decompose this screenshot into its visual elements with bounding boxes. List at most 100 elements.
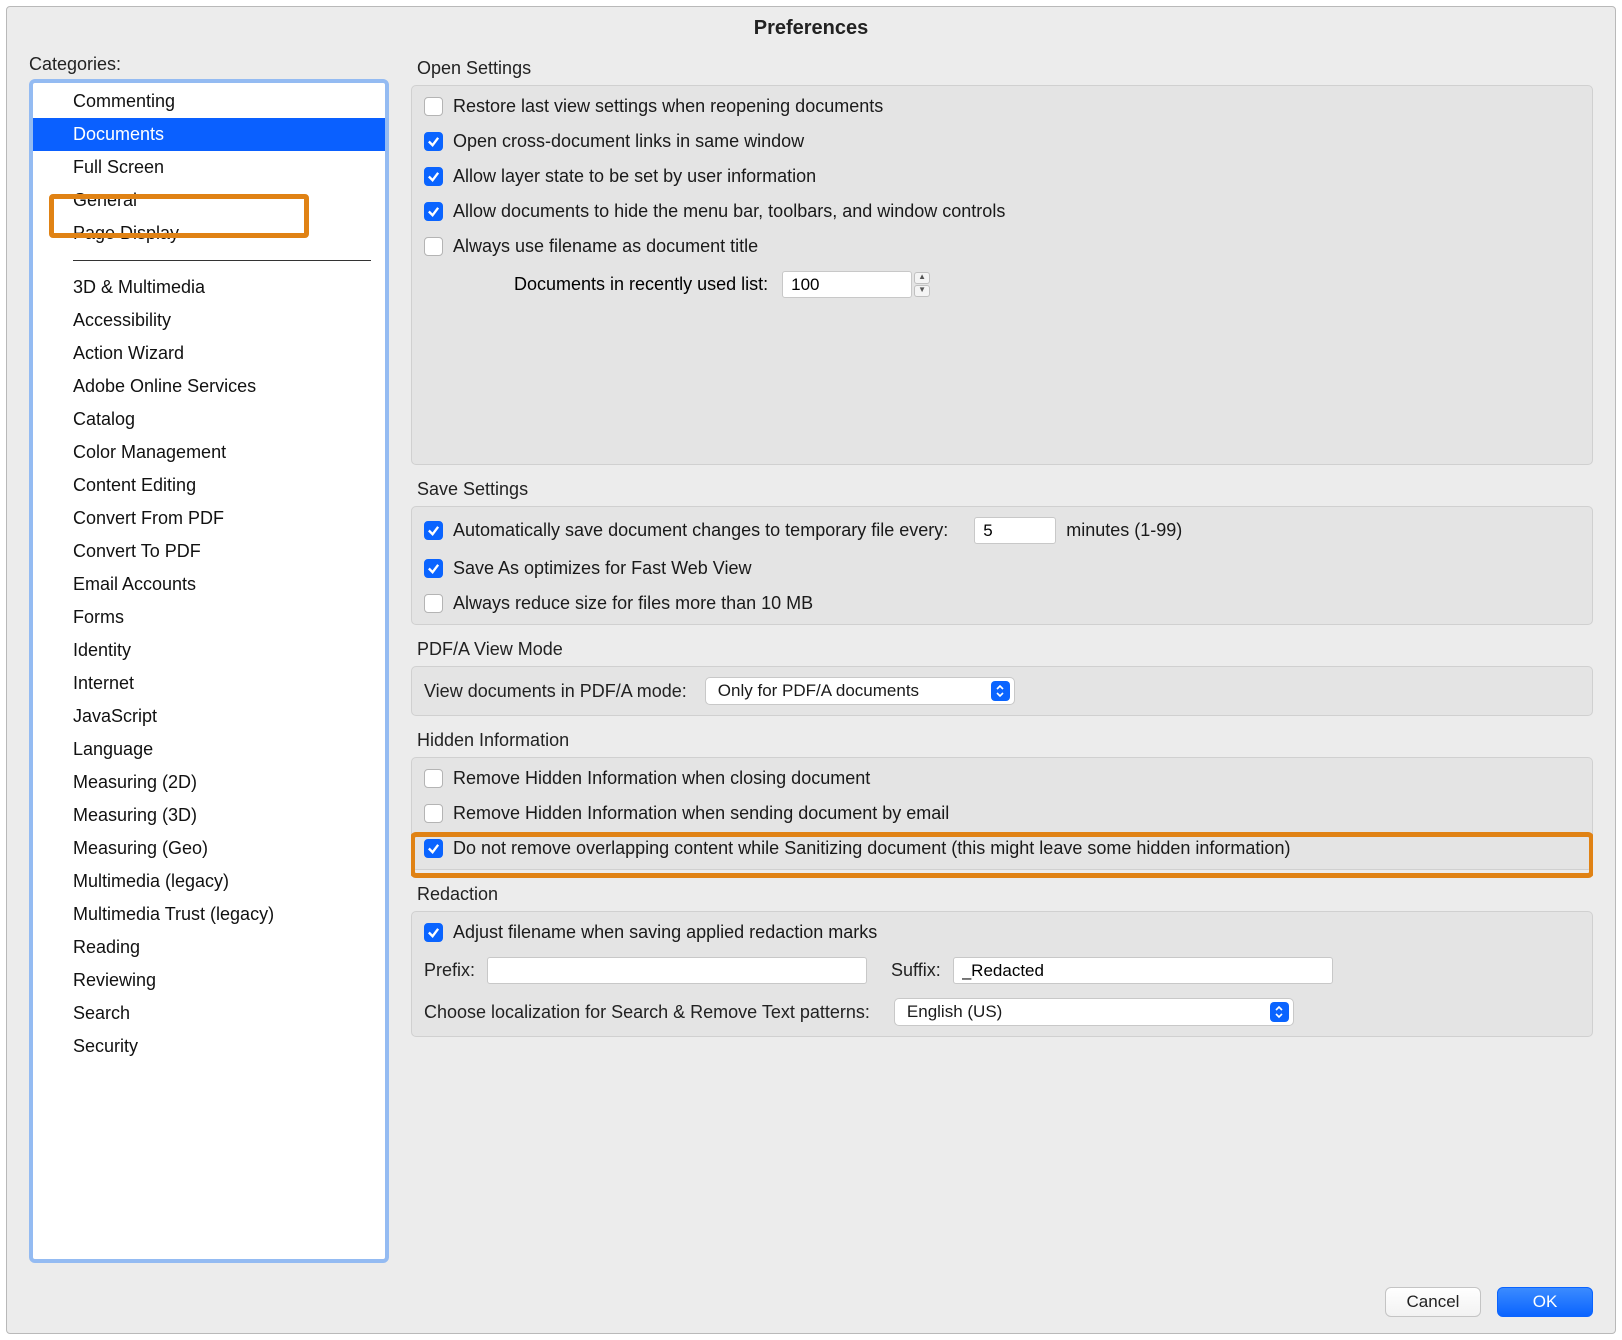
stepper-up-icon[interactable]: ▲ xyxy=(914,272,930,284)
footer: Cancel OK xyxy=(7,1275,1615,1333)
checkbox-remove-email[interactable] xyxy=(424,804,443,823)
checkbox-fastweb[interactable] xyxy=(424,559,443,578)
label-no-overlap: Do not remove overlapping content while … xyxy=(453,838,1290,859)
category-item[interactable]: Forms xyxy=(33,601,385,634)
category-item[interactable]: Adobe Online Services xyxy=(33,370,385,403)
row-adjust-filename[interactable]: Adjust filename when saving applied reda… xyxy=(424,922,1580,943)
group-open-settings: Open Settings Restore last view settings… xyxy=(411,54,1593,465)
category-item[interactable]: Color Management xyxy=(33,436,385,469)
checkbox-cross-links[interactable] xyxy=(424,132,443,151)
row-pdfa-mode: View documents in PDF/A mode: Only for P… xyxy=(424,677,1580,705)
row-hide-menu[interactable]: Allow documents to hide the menu bar, to… xyxy=(424,201,1580,222)
label-filename-title: Always use filename as document title xyxy=(453,236,758,257)
category-item[interactable]: Multimedia (legacy) xyxy=(33,865,385,898)
checkbox-adjust-filename[interactable] xyxy=(424,923,443,942)
row-autosave[interactable]: Automatically save document changes to t… xyxy=(424,517,1580,544)
cancel-button[interactable]: Cancel xyxy=(1385,1287,1481,1317)
row-recent-docs: Documents in recently used list: ▲ ▼ xyxy=(514,271,1580,298)
row-prefix-suffix: Prefix: Suffix: xyxy=(424,957,1580,984)
label-restore: Restore last view settings when reopenin… xyxy=(453,96,883,117)
categories-label: Categories: xyxy=(29,54,389,75)
prefix-input[interactable] xyxy=(487,957,867,984)
label-layer-state: Allow layer state to be set by user info… xyxy=(453,166,816,187)
category-item[interactable]: Measuring (2D) xyxy=(33,766,385,799)
label-suffix: Suffix: xyxy=(891,960,941,981)
row-cross-links[interactable]: Open cross-document links in same window xyxy=(424,131,1580,152)
group-title-hidden: Hidden Information xyxy=(411,726,1593,757)
category-item[interactable]: Email Accounts xyxy=(33,568,385,601)
group-title-pdfa: PDF/A View Mode xyxy=(411,635,1593,666)
checkbox-filename-title[interactable] xyxy=(424,237,443,256)
ok-button[interactable]: OK xyxy=(1497,1287,1593,1317)
row-remove-close[interactable]: Remove Hidden Information when closing d… xyxy=(424,768,1580,789)
group-title-redaction: Redaction xyxy=(411,880,1593,911)
recent-docs-input[interactable] xyxy=(782,271,912,298)
row-layer-state[interactable]: Allow layer state to be set by user info… xyxy=(424,166,1580,187)
category-item[interactable]: 3D & Multimedia xyxy=(33,271,385,304)
category-item[interactable]: Action Wizard xyxy=(33,337,385,370)
label-recent-docs: Documents in recently used list: xyxy=(514,274,768,295)
content-area: Categories: CommentingDocumentsFull Scre… xyxy=(7,54,1615,1275)
category-item[interactable]: Convert From PDF xyxy=(33,502,385,535)
category-item[interactable]: Identity xyxy=(33,634,385,667)
checkbox-hide-menu[interactable] xyxy=(424,202,443,221)
select-pdfa-mode[interactable]: Only for PDF/A documents xyxy=(705,677,1015,705)
checkbox-restore[interactable] xyxy=(424,97,443,116)
group-redaction: Redaction Adjust filename when saving ap… xyxy=(411,880,1593,1037)
label-remove-email: Remove Hidden Information when sending d… xyxy=(453,803,949,824)
label-fastweb: Save As optimizes for Fast Web View xyxy=(453,558,751,579)
label-autosave-unit: minutes (1-99) xyxy=(1066,520,1182,541)
category-item[interactable]: Measuring (Geo) xyxy=(33,832,385,865)
label-hide-menu: Allow documents to hide the menu bar, to… xyxy=(453,201,1005,222)
suffix-input[interactable] xyxy=(953,957,1333,984)
group-title-open: Open Settings xyxy=(411,54,1593,85)
category-item[interactable]: Multimedia Trust (legacy) xyxy=(33,898,385,931)
category-item[interactable]: JavaScript xyxy=(33,700,385,733)
row-reduce[interactable]: Always reduce size for files more than 1… xyxy=(424,593,1580,614)
checkbox-reduce[interactable] xyxy=(424,594,443,613)
checkbox-remove-close[interactable] xyxy=(424,769,443,788)
category-item[interactable]: Documents xyxy=(33,118,385,151)
category-item[interactable]: General xyxy=(33,184,385,217)
category-item[interactable]: Page Display xyxy=(33,217,385,250)
label-localization: Choose localization for Search & Remove … xyxy=(424,1002,870,1023)
label-pdfa: View documents in PDF/A mode: xyxy=(424,681,687,702)
category-item[interactable]: Security xyxy=(33,1030,385,1063)
row-localization: Choose localization for Search & Remove … xyxy=(424,998,1580,1026)
sidebar: Categories: CommentingDocumentsFull Scre… xyxy=(29,54,389,1263)
window-title: Preferences xyxy=(7,7,1615,54)
stepper-down-icon[interactable]: ▼ xyxy=(914,285,930,297)
category-item[interactable]: Accessibility xyxy=(33,304,385,337)
row-no-overlap[interactable]: Do not remove overlapping content while … xyxy=(424,838,1580,859)
category-item[interactable]: Full Screen xyxy=(33,151,385,184)
autosave-minutes-input[interactable] xyxy=(974,517,1056,544)
category-item[interactable]: Reviewing xyxy=(33,964,385,997)
checkbox-layer-state[interactable] xyxy=(424,167,443,186)
category-item[interactable]: Reading xyxy=(33,931,385,964)
category-item[interactable]: Search xyxy=(33,997,385,1030)
label-reduce: Always reduce size for files more than 1… xyxy=(453,593,813,614)
label-adjust-filename: Adjust filename when saving applied reda… xyxy=(453,922,877,943)
row-restore[interactable]: Restore last view settings when reopenin… xyxy=(424,96,1580,117)
category-item[interactable]: Measuring (3D) xyxy=(33,799,385,832)
chevrons-icon xyxy=(1270,1002,1289,1022)
categories-list[interactable]: CommentingDocumentsFull ScreenGeneralPag… xyxy=(29,79,389,1263)
category-item[interactable]: Convert To PDF xyxy=(33,535,385,568)
category-item[interactable]: Internet xyxy=(33,667,385,700)
group-title-save: Save Settings xyxy=(411,475,1593,506)
category-item[interactable]: Catalog xyxy=(33,403,385,436)
select-localization[interactable]: English (US) xyxy=(894,998,1294,1026)
checkbox-autosave[interactable] xyxy=(424,521,443,540)
row-fastweb[interactable]: Save As optimizes for Fast Web View xyxy=(424,558,1580,579)
preferences-window: Preferences Categories: CommentingDocume… xyxy=(6,6,1616,1334)
row-filename-title[interactable]: Always use filename as document title xyxy=(424,236,1580,257)
checkbox-no-overlap[interactable] xyxy=(424,839,443,858)
label-remove-close: Remove Hidden Information when closing d… xyxy=(453,768,870,789)
category-item[interactable]: Commenting xyxy=(33,85,385,118)
label-prefix: Prefix: xyxy=(424,960,475,981)
category-item[interactable]: Language xyxy=(33,733,385,766)
category-item[interactable]: Content Editing xyxy=(33,469,385,502)
category-divider xyxy=(73,260,371,261)
recent-docs-stepper[interactable]: ▲ ▼ xyxy=(782,271,930,298)
row-remove-email[interactable]: Remove Hidden Information when sending d… xyxy=(424,803,1580,824)
